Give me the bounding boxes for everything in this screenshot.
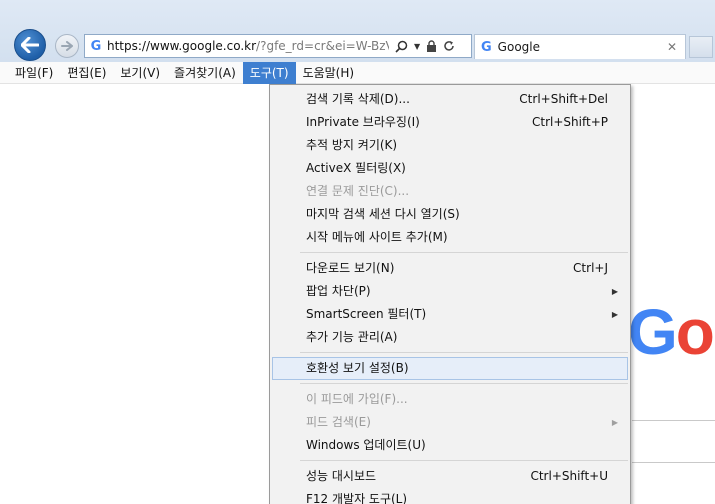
menu-item-view-downloads[interactable]: 다운로드 보기(N) Ctrl+J	[270, 257, 630, 280]
menu-item-popup-blocker[interactable]: 팝업 차단(P) ▶	[270, 280, 630, 303]
submenu-arrow-icon: ▶	[611, 418, 618, 427]
shortcut-label: Ctrl+Shift+P	[532, 115, 608, 129]
close-icon[interactable]: ✕	[667, 40, 685, 54]
tab-google[interactable]: G Google ✕	[474, 34, 686, 59]
google-logo: Goo	[628, 296, 715, 368]
menu-separator	[300, 460, 628, 461]
page-divider	[632, 462, 715, 463]
menu-item-inprivate[interactable]: InPrivate 브라우징(I) Ctrl+Shift+P	[270, 111, 630, 134]
menu-item-performance-dashboard[interactable]: 성능 대시보드 Ctrl+Shift+U	[270, 465, 630, 488]
menu-item-manage-addons[interactable]: 추가 기능 관리(A)	[270, 326, 630, 349]
new-tab-button[interactable]	[689, 36, 713, 58]
menu-view[interactable]: 보기(V)	[113, 62, 167, 84]
menu-item-reopen-session[interactable]: 마지막 검색 세션 다시 열기(S)	[270, 203, 630, 226]
menu-item-tracking-protection[interactable]: 추적 방지 켜기(K)	[270, 134, 630, 157]
back-button[interactable]	[14, 29, 46, 61]
url-path: /?gfe_rd=cr&ei=W-BzVq	[256, 39, 389, 53]
refresh-icon[interactable]	[443, 40, 455, 52]
search-box-edge	[632, 420, 715, 421]
menu-item-delete-history[interactable]: 검색 기록 삭제(D)... Ctrl+Shift+Del	[270, 88, 630, 111]
menu-separator	[300, 352, 628, 353]
favicon-icon: G	[481, 39, 492, 55]
lock-icon[interactable]	[426, 40, 437, 52]
search-icon[interactable]	[395, 40, 408, 53]
menu-item-subscribe-feed: 이 피드에 가입(F)...	[306, 392, 408, 406]
address-bar[interactable]: G https://www.google.co.kr/?gfe_rd=cr&ei…	[84, 34, 472, 58]
tools-dropdown-menu: 검색 기록 삭제(D)... Ctrl+Shift+Del InPrivate …	[269, 84, 631, 504]
menu-item-activex-filtering[interactable]: ActiveX 필터링(X)	[270, 157, 630, 180]
address-tools: ▼	[395, 40, 455, 53]
menu-edit[interactable]: 편집(E)	[60, 62, 113, 84]
shortcut-label: Ctrl+Shift+Del	[519, 92, 608, 106]
tab-title: Google	[497, 40, 540, 54]
shortcut-label: Ctrl+Shift+U	[530, 469, 608, 483]
menu-item-compatibility-view[interactable]: 호환성 보기 설정(B)	[272, 357, 628, 380]
arrow-right-icon	[61, 41, 73, 51]
url-text[interactable]: https://www.google.co.kr/?gfe_rd=cr&ei=W…	[107, 39, 389, 53]
submenu-arrow-icon: ▶	[611, 287, 618, 296]
browser-frame: G https://www.google.co.kr/?gfe_rd=cr&ei…	[0, 0, 715, 62]
shortcut-label: Ctrl+J	[573, 261, 608, 275]
arrow-left-icon	[21, 37, 39, 53]
chevron-down-icon[interactable]: ▼	[414, 42, 420, 51]
url-host: https://www.google.co.kr	[107, 39, 257, 53]
menu-item-f12-devtools[interactable]: F12 개발자 도구(L)	[270, 488, 630, 504]
menu-separator	[300, 252, 628, 253]
menu-favorites[interactable]: 즐겨찾기(A)	[167, 62, 243, 84]
menu-bar: 파일(F) 편집(E) 보기(V) 즐겨찾기(A) 도구(T) 도움말(H)	[0, 61, 715, 84]
menu-item-diagnose-connection: 연결 문제 진단(C)...	[306, 184, 410, 198]
favicon-icon: G	[90, 38, 102, 54]
submenu-arrow-icon: ▶	[611, 310, 618, 319]
forward-button[interactable]	[55, 34, 79, 58]
menu-file[interactable]: 파일(F)	[8, 62, 60, 84]
menu-tools[interactable]: 도구(T)	[242, 61, 296, 84]
menu-item-feed-discovery: 피드 검색(E) ▶	[270, 411, 630, 434]
menu-item-windows-update[interactable]: Windows 업데이트(U)	[270, 434, 630, 457]
menu-separator	[300, 383, 628, 384]
menu-item-add-to-start[interactable]: 시작 메뉴에 사이트 추가(M)	[270, 226, 630, 249]
menu-help[interactable]: 도움말(H)	[296, 62, 362, 84]
menu-item-smartscreen[interactable]: SmartScreen 필터(T) ▶	[270, 303, 630, 326]
